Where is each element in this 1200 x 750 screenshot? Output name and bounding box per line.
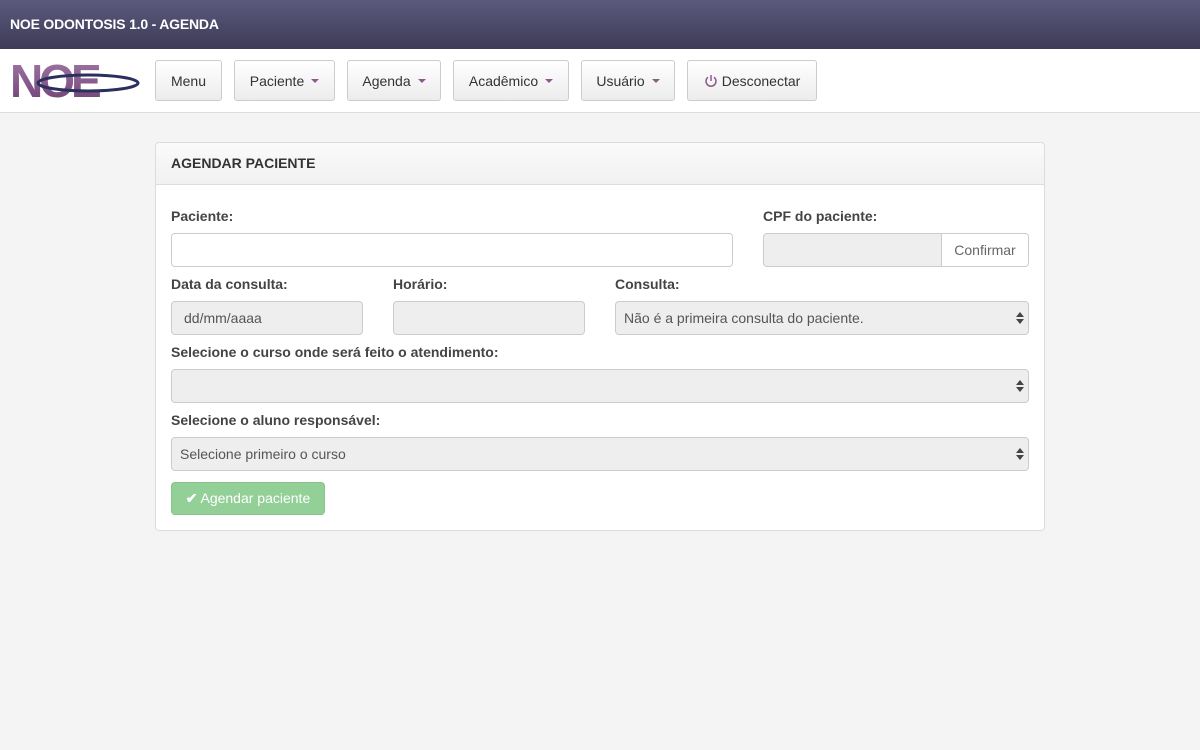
agenda-dropdown[interactable]: Agenda xyxy=(347,60,441,101)
caret-down-icon xyxy=(651,78,660,83)
noe-logo: NOE xyxy=(10,59,140,103)
desconectar-button[interactable]: Desconectar xyxy=(687,60,817,101)
data-label: Data da consulta: xyxy=(171,276,288,292)
usuario-dropdown[interactable]: Usuário xyxy=(581,60,675,101)
paciente-label: Paciente: xyxy=(171,208,234,224)
paciente-label: Paciente xyxy=(249,72,305,89)
menu-label: Menu xyxy=(170,72,207,89)
curso-select[interactable] xyxy=(171,369,1029,403)
select-arrows-icon xyxy=(1016,380,1024,392)
usuario-label: Usuário xyxy=(596,72,645,89)
agendar-paciente-label: Agendar paciente xyxy=(200,490,311,506)
aluno-value: Selecione primeiro o curso xyxy=(180,446,346,462)
data-input[interactable]: dd/mm/aaaa xyxy=(171,301,363,335)
check-icon: ✔ xyxy=(185,490,198,506)
academico-label: Acadêmico xyxy=(468,72,539,89)
curso-label: Selecione o curso onde será feito o aten… xyxy=(171,344,499,360)
navbar: NOE Menu Paciente Agenda Acadêmico Usuár… xyxy=(0,49,1200,113)
caret-down-icon xyxy=(545,78,554,83)
menu-button[interactable]: Menu xyxy=(155,60,222,101)
caret-down-icon xyxy=(417,78,426,83)
agendar-paciente-button[interactable]: ✔ Agendar paciente xyxy=(171,482,325,515)
horario-label: Horário: xyxy=(393,276,448,292)
cpf-label: CPF do paciente: xyxy=(763,208,878,224)
academico-dropdown[interactable]: Acadêmico xyxy=(453,60,569,101)
agenda-label: Agenda xyxy=(362,72,411,89)
app-title-bar: NOE ODONTOSIS 1.0 - AGENDA xyxy=(0,0,1200,49)
consulta-label: Consulta: xyxy=(615,276,680,292)
panel-title: AGENDAR PACIENTE xyxy=(156,143,1044,185)
cpf-input[interactable]: Confirmar xyxy=(763,233,1029,267)
desconectar-label: Desconectar xyxy=(721,72,801,89)
paciente-dropdown[interactable]: Paciente xyxy=(234,60,335,101)
paciente-input[interactable] xyxy=(171,233,733,267)
consulta-value: Não é a primeira consulta do paciente. xyxy=(624,310,864,326)
horario-input[interactable] xyxy=(393,301,585,335)
caret-down-icon xyxy=(311,78,320,83)
select-arrows-icon xyxy=(1016,448,1024,460)
power-icon xyxy=(705,74,717,87)
aluno-select[interactable]: Selecione primeiro o curso xyxy=(171,437,1029,471)
app-title: NOE ODONTOSIS 1.0 - AGENDA xyxy=(10,16,219,32)
consulta-select[interactable]: Não é a primeira consulta do paciente. xyxy=(615,301,1029,335)
agendar-panel: AGENDAR PACIENTE xyxy=(155,142,1045,531)
aluno-label: Selecione o aluno responsável: xyxy=(171,412,381,428)
confirmar-button[interactable]: Confirmar xyxy=(941,233,1029,267)
select-arrows-icon xyxy=(1016,312,1024,324)
svg-text:NOE: NOE xyxy=(10,59,100,103)
